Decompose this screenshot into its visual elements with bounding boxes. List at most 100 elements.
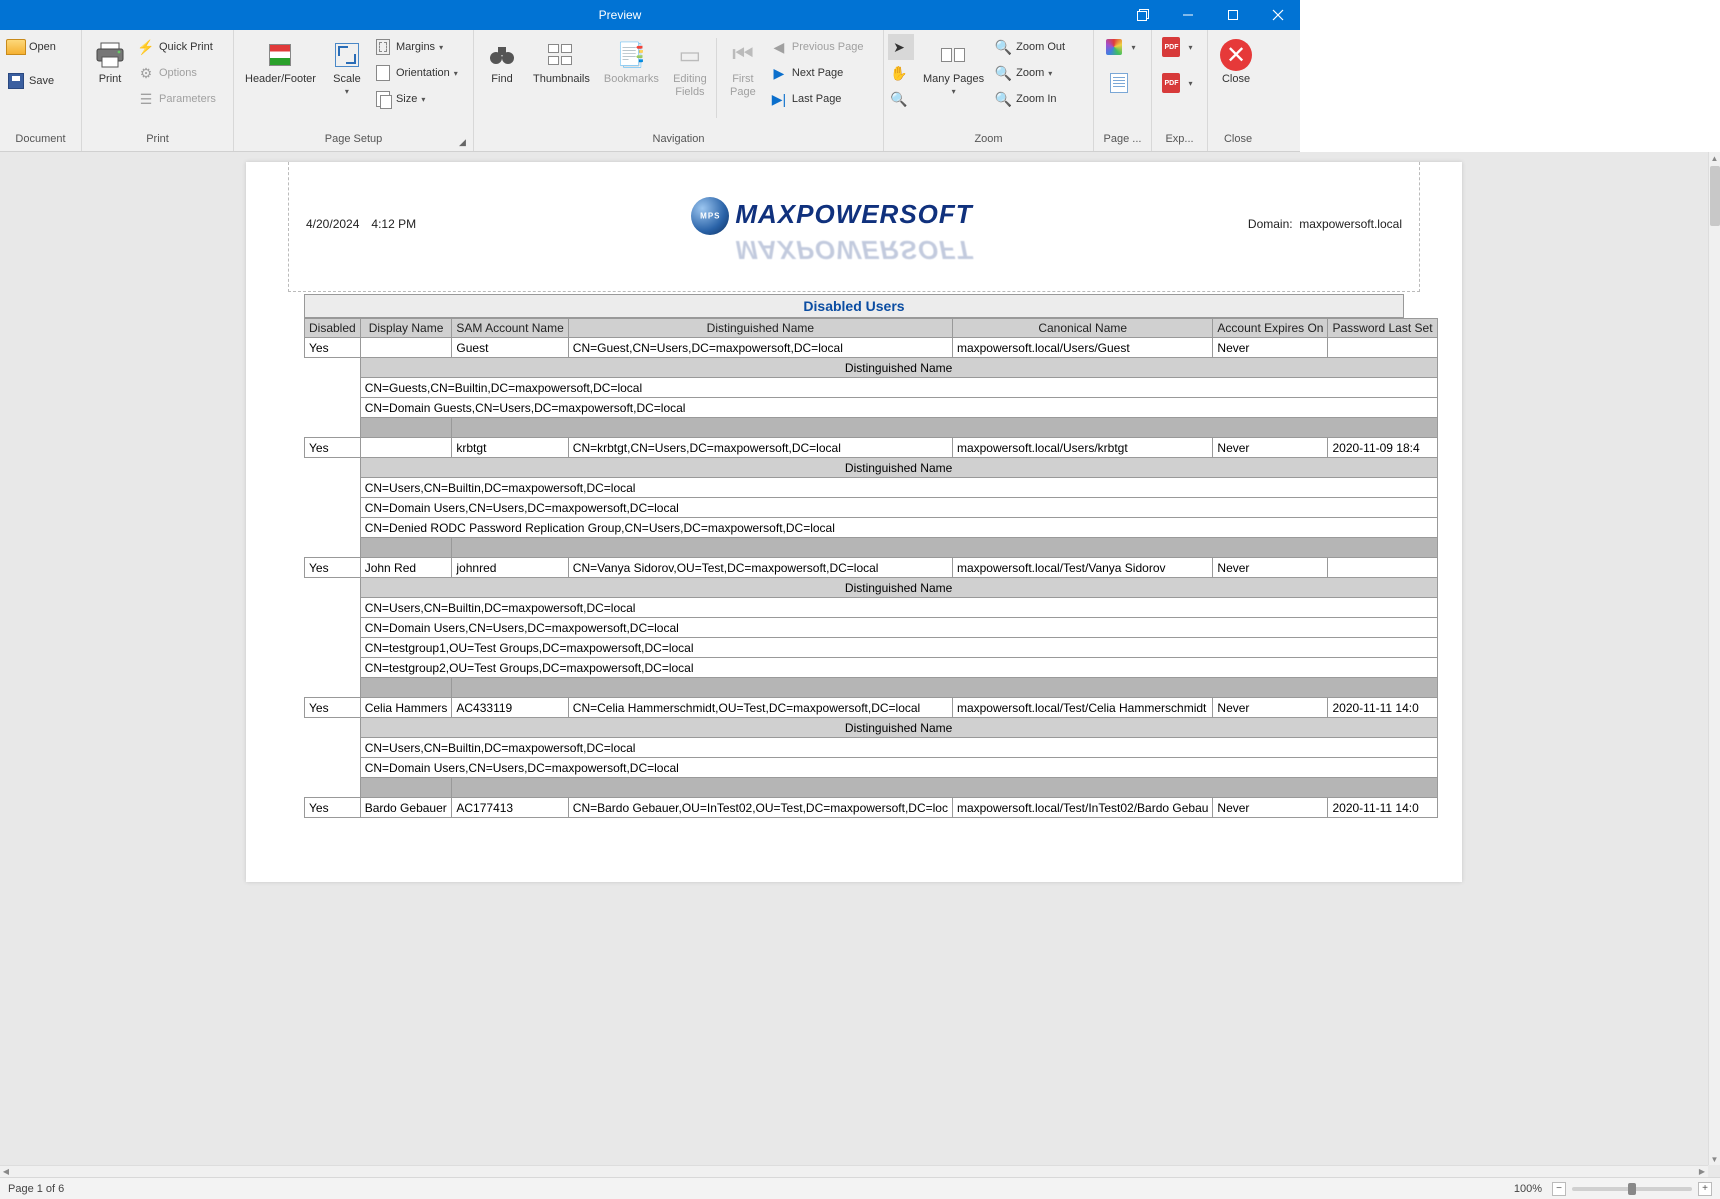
parameters-label: Parameters — [159, 93, 216, 105]
cell-sam: Guest — [452, 338, 568, 358]
scroll-down-icon[interactable]: ▼ — [1709, 1153, 1720, 1165]
ribbon-group-print: Print ⚡Quick Print ⚙Options ☰Parameters … — [82, 30, 234, 151]
watermark-button[interactable] — [1107, 70, 1139, 96]
col-display-name: Display Name — [360, 319, 452, 338]
ribbon-group-page-setup: Header/Footer Scale ▾ Margins ▾ Orientati… — [234, 30, 474, 151]
scroll-left-icon[interactable]: ◀ — [0, 1166, 12, 1178]
zoom-in-label: Zoom In — [1016, 93, 1056, 105]
zoom-slider-thumb[interactable] — [1628, 1183, 1636, 1195]
print-options-label: Options — [159, 67, 197, 79]
hand-tool-button[interactable]: ✋ — [888, 60, 914, 86]
sub-dn-header: Distinguished Name — [360, 578, 1437, 598]
cell-member-dn: CN=testgroup1,OU=Test Groups,DC=maxpower… — [360, 638, 1437, 658]
quick-print-label: Quick Print — [159, 41, 213, 53]
cell-member-dn: CN=Domain Guests,CN=Users,DC=maxpowersof… — [360, 398, 1437, 418]
scroll-thumb[interactable] — [1710, 166, 1720, 226]
table-member-row: CN=Domain Users,CN=Users,DC=maxpowersoft… — [305, 758, 1438, 778]
cell-disabled: Yes — [305, 338, 361, 358]
group-label-export: Exp... — [1156, 133, 1203, 151]
table-spacer-row — [305, 678, 1438, 698]
dropdown-arrow-icon: ▾ — [345, 87, 349, 96]
window-close-icon[interactable] — [1255, 0, 1300, 30]
cell-dn: CN=Guest,CN=Users,DC=maxpowersoft,DC=loc… — [568, 338, 952, 358]
group-label-print: Print — [86, 133, 229, 151]
many-pages-button[interactable]: Many Pages▾ — [916, 34, 991, 99]
first-page-icon: ⏮ — [727, 39, 759, 71]
dropdown-arrow-icon: ▾ — [454, 69, 458, 78]
zoom-out-button[interactable]: 🔍Zoom Out — [991, 34, 1072, 60]
page-header: 4/20/20244:12 PM MAXPOWERSOFT MAXPOWERSO… — [306, 217, 1402, 282]
save-button[interactable]: Save — [4, 68, 77, 94]
table-member-row: CN=Domain Users,CN=Users,DC=maxpowersoft… — [305, 498, 1438, 518]
table-row: YesBardo GebauerAC177413CN=Bardo Gebauer… — [305, 798, 1438, 818]
report-title: Disabled Users — [304, 294, 1404, 318]
cell-display-name: John Red — [360, 558, 452, 578]
zoom-plus-button[interactable]: + — [1698, 1182, 1712, 1196]
zoom-label: Zoom — [1016, 67, 1044, 79]
cell-member-dn: CN=Denied RODC Password Replication Grou… — [360, 518, 1437, 538]
size-label: Size — [396, 93, 417, 105]
cell-expires: Never — [1213, 438, 1328, 458]
window-restore-down-icon[interactable] — [1120, 0, 1165, 30]
print-button[interactable]: Print — [86, 34, 134, 89]
scroll-right-icon[interactable]: ▶ — [1696, 1166, 1708, 1178]
zoom-track[interactable] — [1572, 1187, 1692, 1191]
zoom-minus-button[interactable]: − — [1552, 1182, 1566, 1196]
thumbnails-button[interactable]: Thumbnails — [526, 34, 597, 89]
cell-canonical: maxpowersoft.local/Test/Vanya Sidorov — [952, 558, 1212, 578]
quick-print-button[interactable]: ⚡ Quick Print — [134, 34, 223, 60]
thumbnails-icon — [545, 39, 577, 71]
zoom-in-button[interactable]: 🔍Zoom In — [991, 86, 1072, 112]
group-label-page-color: Page ... — [1098, 133, 1147, 151]
margins-label: Margins — [396, 41, 435, 53]
cell-disabled: Yes — [305, 698, 361, 718]
table-subheader-row: Distinguished Name — [305, 458, 1438, 478]
table-member-row: CN=Users,CN=Builtin,DC=maxpowersoft,DC=l… — [305, 478, 1438, 498]
window-maximize-icon[interactable] — [1210, 0, 1255, 30]
export-pdf-button[interactable]: PDF▾ — [1159, 34, 1199, 60]
hand-icon: ✋ — [890, 64, 907, 82]
margins-button[interactable]: Margins ▾ — [371, 34, 465, 60]
header-footer-label: Header/Footer — [245, 73, 316, 86]
zoom-button[interactable]: 🔍Zoom▾ — [991, 60, 1072, 86]
vertical-scrollbar[interactable]: ▲ ▼ — [1708, 152, 1720, 1165]
window-minimize-icon[interactable] — [1165, 0, 1210, 30]
dropdown-arrow-icon: ▾ — [439, 43, 443, 52]
next-page-button[interactable]: ▶Next Page — [767, 60, 871, 86]
first-page-button: ⏮FirstPage — [719, 34, 767, 102]
cell-member-dn: CN=Users,CN=Builtin,DC=maxpowersoft,DC=l… — [360, 738, 1437, 758]
table-spacer-row — [305, 778, 1438, 798]
header-footer-button[interactable]: Header/Footer — [238, 34, 323, 89]
horizontal-scrollbar[interactable]: ◀ ▶ — [0, 1165, 1708, 1177]
report-domain: Domain: maxpowersoft.local — [1248, 217, 1402, 231]
table-member-row: CN=Guests,CN=Builtin,DC=maxpowersoft,DC=… — [305, 378, 1438, 398]
quick-print-icon: ⚡ — [137, 38, 155, 56]
open-folder-icon — [7, 38, 25, 56]
last-page-button[interactable]: ▶|Last Page — [767, 86, 871, 112]
page-color-button[interactable]: ▾ — [1102, 34, 1142, 60]
find-button[interactable]: Find — [478, 34, 526, 89]
ribbon-group-navigation: Find Thumbnails 📑Bookmarks ▭EditingField… — [474, 30, 884, 151]
zoom-slider[interactable]: − + — [1552, 1182, 1712, 1196]
scale-button[interactable]: Scale ▾ — [323, 34, 371, 99]
table-row: YesJohn RedjohnredCN=Vanya Sidorov,OU=Te… — [305, 558, 1438, 578]
close-label: Close — [1222, 73, 1250, 86]
table-member-row: CN=Users,CN=Builtin,DC=maxpowersoft,DC=l… — [305, 598, 1438, 618]
scroll-up-icon[interactable]: ▲ — [1709, 152, 1720, 164]
find-label: Find — [491, 73, 512, 86]
page-container[interactable]: 4/20/20244:12 PM MAXPOWERSOFT MAXPOWERSO… — [0, 152, 1708, 1165]
cell-display-name: Bardo Gebauer — [360, 798, 452, 818]
pointer-tool-button[interactable]: ➤ — [888, 34, 914, 60]
magnifier-tool-button[interactable]: 🔍 — [888, 86, 914, 112]
last-page-label: Last Page — [792, 93, 842, 105]
zoom-icon: 🔍 — [994, 64, 1012, 82]
orientation-button[interactable]: Orientation▾ — [371, 60, 465, 86]
page-setup-launcher-icon[interactable]: ◢ — [459, 137, 471, 149]
export-email-button[interactable]: PDF▾ — [1159, 70, 1199, 96]
magnifier-icon: 🔍 — [890, 90, 907, 108]
size-button[interactable]: Size▾ — [371, 86, 465, 112]
close-preview-button[interactable]: ✕ Close — [1212, 34, 1260, 89]
next-page-label: Next Page — [792, 67, 843, 79]
scale-label: Scale — [333, 73, 361, 86]
open-button[interactable]: Open — [4, 34, 77, 60]
